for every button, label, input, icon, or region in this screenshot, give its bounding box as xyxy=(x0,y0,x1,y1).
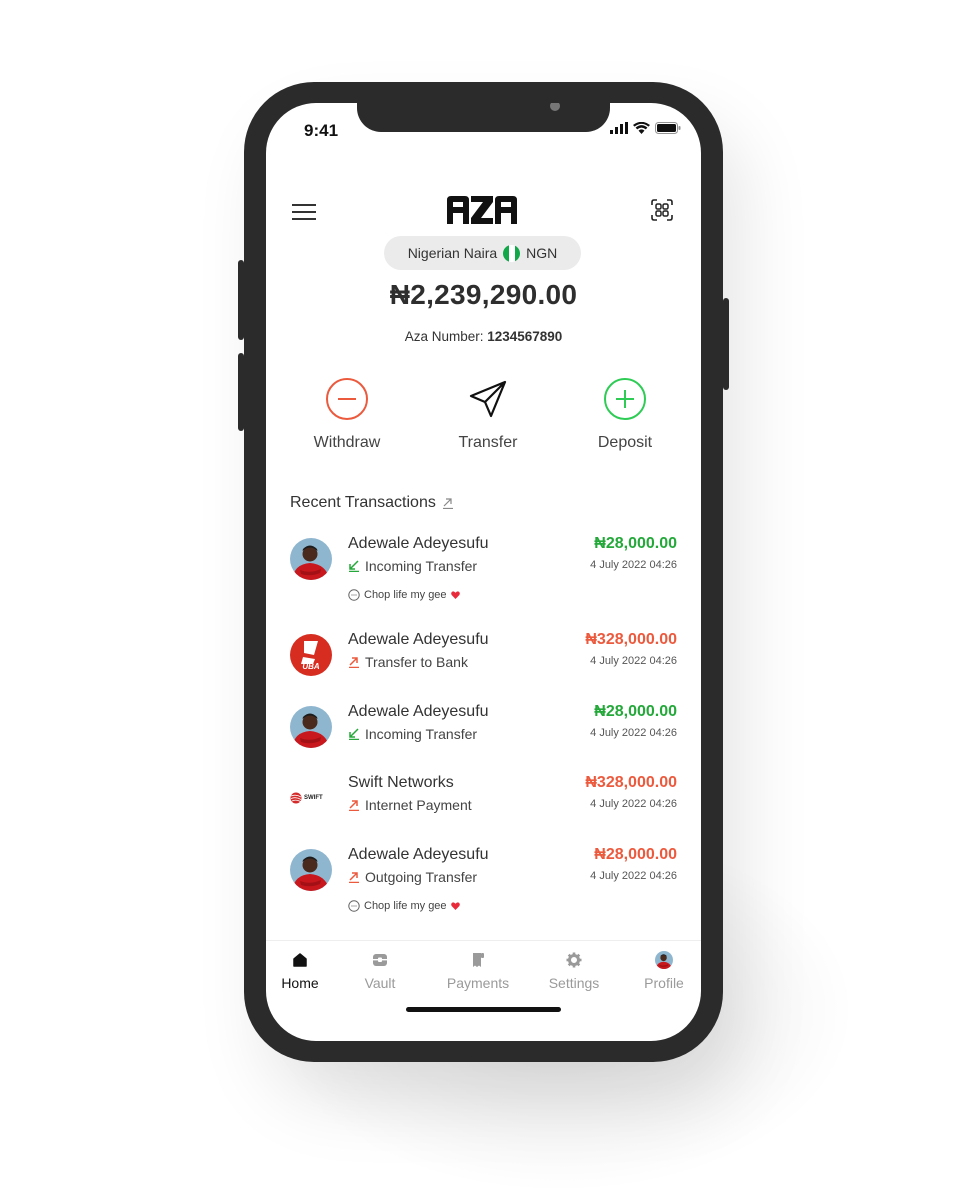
camera xyxy=(550,103,560,111)
send-icon xyxy=(469,380,507,418)
transaction-type-label: Transfer to Bank xyxy=(365,654,468,670)
transaction-date: 4 July 2022 04:26 xyxy=(590,798,677,810)
currency-code: NGN xyxy=(526,245,558,261)
home-icon xyxy=(293,953,307,967)
arrow-up-right-icon xyxy=(349,872,359,883)
transaction-note-text: Chop life my gee xyxy=(364,900,447,912)
person-avatar xyxy=(290,706,332,748)
transaction-amount: ₦28,000.00 xyxy=(594,535,677,552)
transaction-type-label: Internet Payment xyxy=(365,797,472,813)
withdraw-label: Withdraw xyxy=(313,434,381,451)
wifi-icon xyxy=(633,122,650,134)
bottom-tab-bar: Home Vault Payments Settings Profile xyxy=(266,940,701,1000)
volume-up-button xyxy=(238,260,244,340)
swift-logo-mark xyxy=(290,792,302,804)
transaction-amount: ₦328,000.00 xyxy=(585,774,677,791)
qr-scan-icon[interactable] xyxy=(651,199,673,221)
transaction-type: Transfer to Bank xyxy=(348,654,468,670)
transaction-note: Chop life my gee xyxy=(348,900,460,912)
tab-settings-label: Settings xyxy=(548,975,600,991)
transaction-name: Adewale Adeyesufu xyxy=(348,703,489,720)
power-button xyxy=(723,298,729,390)
transaction-name: Adewale Adeyesufu xyxy=(348,631,489,648)
plus-circle-icon xyxy=(604,378,646,420)
transaction-name: Adewale Adeyesufu xyxy=(348,846,489,863)
person-avatar xyxy=(290,538,332,580)
battery-icon xyxy=(655,122,681,134)
tab-profile-label: Profile xyxy=(644,975,684,991)
signal-icon xyxy=(610,122,628,134)
transaction-amount: ₦28,000.00 xyxy=(594,703,677,720)
heart-icon xyxy=(450,591,460,599)
uba-bank-logo: UBA xyxy=(290,634,332,676)
arrow-up-right-icon xyxy=(349,800,359,811)
wallet-balance: ₦2,239,290.00 xyxy=(389,279,578,310)
phone-frame: 9:41 Nigerian Naira NGN ₦2,239,290.00 Az… xyxy=(238,82,729,1062)
currency-name: Nigerian Naira xyxy=(407,245,498,261)
chat-bubble-icon xyxy=(348,900,360,912)
home-indicator[interactable] xyxy=(406,1007,561,1012)
transaction-note-text: Chop life my gee xyxy=(364,589,447,601)
transaction-date: 4 July 2022 04:26 xyxy=(590,559,677,571)
notch xyxy=(357,103,610,132)
tab-home[interactable]: Home xyxy=(280,951,320,991)
transaction-type: Outgoing Transfer xyxy=(348,869,477,885)
status-icons xyxy=(610,122,681,134)
person-avatar xyxy=(290,849,332,891)
uba-logo-text: UBA xyxy=(302,662,320,671)
transaction-type-label: Incoming Transfer xyxy=(365,558,478,574)
tab-vault-label: Vault xyxy=(364,975,396,991)
aza-number-label: Aza Number: xyxy=(404,329,488,344)
arrow-up-right-icon xyxy=(349,657,359,668)
tab-vault[interactable]: Vault xyxy=(360,951,400,991)
transaction-note: Chop life my gee xyxy=(348,589,460,601)
deposit-label: Deposit xyxy=(597,434,653,451)
receipt-icon xyxy=(473,953,484,967)
transaction-date: 4 July 2022 04:26 xyxy=(590,655,677,667)
transaction-type-label: Outgoing Transfer xyxy=(365,869,478,885)
transfer-label: Transfer xyxy=(458,434,518,451)
transaction-type: Incoming Transfer xyxy=(348,726,477,742)
transaction-date: 4 July 2022 04:26 xyxy=(590,870,677,882)
arrow-down-left-icon xyxy=(349,560,359,572)
minus-circle-icon xyxy=(326,378,368,420)
aza-number-value: 1234567890 xyxy=(487,329,563,344)
arrow-down-left-icon xyxy=(349,728,359,740)
volume-down-button xyxy=(238,353,244,431)
heart-icon xyxy=(450,902,460,910)
tab-settings[interactable]: Settings xyxy=(544,951,604,991)
tab-home-label: Home xyxy=(281,975,319,991)
deposit-button[interactable]: Deposit xyxy=(575,377,675,452)
recent-transactions-link[interactable]: Recent Transactions xyxy=(290,494,454,512)
withdraw-button[interactable]: Withdraw xyxy=(297,377,397,452)
nigeria-flag-icon xyxy=(503,244,521,262)
aza-logo xyxy=(447,196,519,229)
transaction-date: 4 July 2022 04:26 xyxy=(590,727,677,739)
swift-logo-text: SWIFT xyxy=(304,795,323,801)
transaction-name: Adewale Adeyesufu xyxy=(348,535,489,552)
tab-payments[interactable]: Payments xyxy=(442,951,514,991)
chat-bubble-icon xyxy=(348,589,360,601)
status-time: 9:41 xyxy=(304,121,339,140)
transfer-button[interactable]: Transfer xyxy=(438,377,538,452)
transaction-type: Incoming Transfer xyxy=(348,558,477,574)
recent-transactions-title: Recent Transactions xyxy=(290,494,436,511)
tab-payments-label: Payments xyxy=(446,975,510,991)
transaction-name: Swift Networks xyxy=(348,774,454,791)
gear-icon xyxy=(566,952,582,968)
hamburger-menu-icon[interactable] xyxy=(292,204,316,220)
tab-profile[interactable]: Profile xyxy=(641,951,687,991)
transaction-amount: ₦28,000.00 xyxy=(594,846,677,863)
transaction-type-label: Incoming Transfer xyxy=(365,726,478,742)
arrow-up-right-icon xyxy=(442,498,453,509)
currency-selector[interactable]: Nigerian Naira NGN xyxy=(384,236,581,270)
app-screen: 9:41 Nigerian Naira NGN ₦2,239,290.00 Az… xyxy=(266,103,701,1041)
transaction-amount: ₦328,000.00 xyxy=(585,631,677,648)
vault-icon xyxy=(373,954,387,966)
profile-avatar-icon xyxy=(655,951,673,969)
aza-number: Aza Number: 1234567890 xyxy=(266,329,701,344)
swift-networks-logo: SWIFT xyxy=(290,777,332,819)
transaction-type: Internet Payment xyxy=(348,797,472,813)
